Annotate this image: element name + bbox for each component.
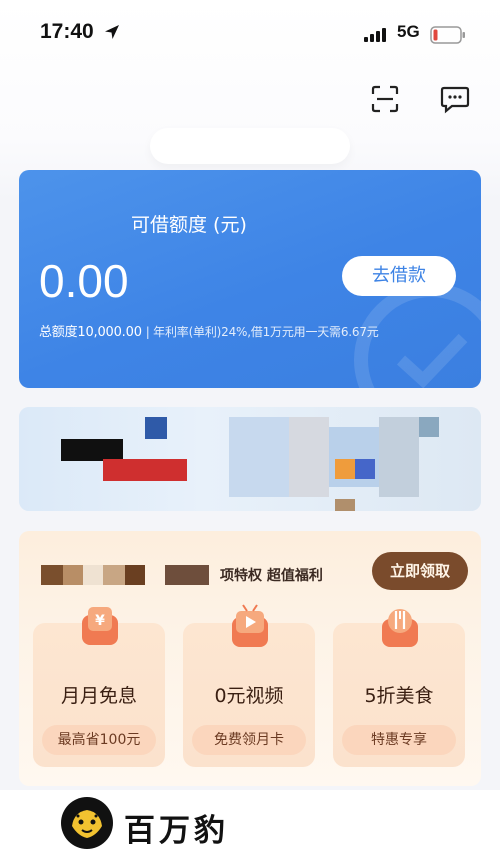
mosaic-block (379, 417, 419, 497)
benefit-subtitle: 特惠专享 (342, 725, 456, 755)
benefit-title: 0元视频 (214, 685, 284, 707)
message-icon[interactable] (440, 84, 470, 114)
benefit-title: 5折美食 (364, 685, 434, 707)
status-time: 17:40 (40, 20, 94, 43)
coupon-icon: ¥ (82, 607, 118, 645)
mosaic-block (229, 417, 289, 497)
leopard-logo-icon (61, 797, 113, 849)
privilege-mosaic-block (41, 565, 63, 585)
credit-amount: 0.00 (39, 255, 129, 307)
svg-text:¥: ¥ (95, 613, 105, 629)
video-icon (232, 604, 268, 647)
benefit-card-video[interactable]: 0元视频 免费领月卡 (183, 604, 315, 767)
network-label: 5G (397, 22, 420, 41)
claim-now-button[interactable]: 立即领取 (372, 552, 468, 590)
signal-icon (364, 28, 386, 42)
promo-banner-redacted[interactable] (19, 407, 481, 511)
battery-icon (430, 26, 465, 44)
benefit-subtitle: 免费领月卡 (192, 725, 306, 755)
credit-card: 可借额度 (元) 0.00 去借款 总额度10,000.00 | 年利率(单利)… (19, 170, 481, 388)
borrow-button[interactable]: 去借款 (342, 256, 456, 296)
scan-icon[interactable] (371, 85, 399, 113)
search-bar-shadow (150, 128, 350, 164)
mosaic-block (335, 459, 355, 479)
credit-info: 总额度10,000.00 | 年利率(单利)24%,借1万元用一天需6.67元 (39, 321, 379, 340)
mosaic-block (61, 439, 123, 461)
privilege-title: 项特权 超值福利 (220, 568, 323, 584)
food-icon (382, 609, 418, 647)
interest-rate-text: 年利率(单利)24%,借1万元用一天需6.67元 (153, 325, 379, 339)
privilege-mosaic-block (165, 565, 209, 585)
credit-title: 可借额度 (元) (131, 214, 247, 236)
privilege-mosaic-block (125, 565, 145, 585)
benefit-card-interest-free[interactable]: ¥ 月月免息 最高省100元 (33, 607, 165, 767)
total-credit: 总额度10,000.00 (39, 325, 142, 340)
mosaic-block (335, 499, 355, 511)
status-bar: 17:40 5G (0, 14, 500, 54)
benefit-title: 月月免息 (60, 685, 137, 707)
benefit-subtitle: 最高省100元 (42, 725, 156, 755)
location-arrow-icon (105, 25, 119, 39)
mosaic-block (145, 417, 167, 439)
mosaic-block (289, 417, 329, 497)
mosaic-block (355, 459, 375, 479)
privilege-card: 项特权 超值福利 立即领取 ¥ 月月免息 最高省100元 0元视频 免费领月卡 (19, 531, 481, 786)
mosaic-block (103, 459, 187, 481)
benefit-card-food[interactable]: 5折美食 特惠专享 (333, 609, 465, 767)
brand-watermark-text: 百万豹 (124, 813, 229, 849)
privilege-mosaic-block (103, 565, 125, 585)
privilege-mosaic-block (83, 565, 103, 585)
mosaic-block (419, 417, 439, 437)
privilege-mosaic-block (63, 565, 83, 585)
